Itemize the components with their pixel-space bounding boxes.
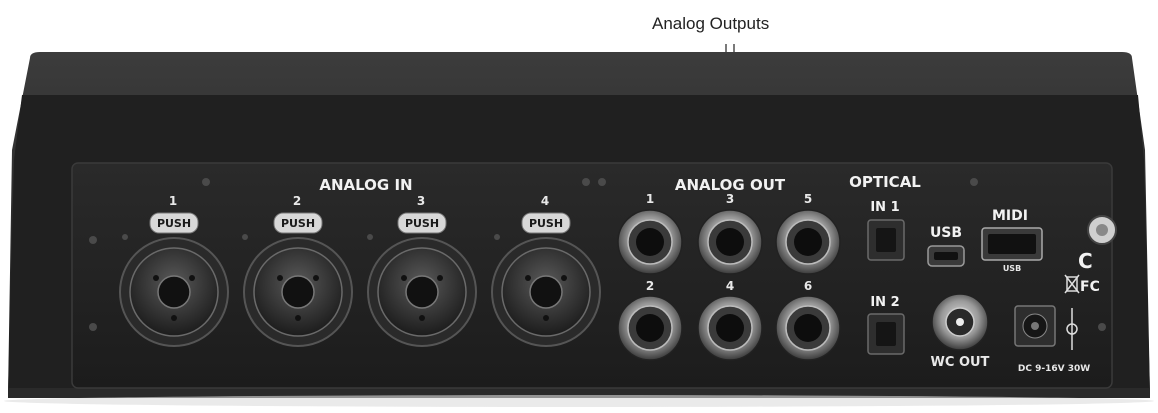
analog-in-channel-number: 2 bbox=[293, 194, 301, 208]
device-illustration: ANALOG IN ANALOG OUT OPTICAL MIDI 1 2 3 … bbox=[4, 44, 1154, 407]
analog-in-label: ANALOG IN bbox=[319, 176, 412, 194]
analog-out-channel-number: 5 bbox=[804, 192, 812, 206]
wordclock-bnc-port[interactable] bbox=[931, 293, 989, 351]
push-tab-label: PUSH bbox=[405, 217, 439, 230]
weee-bin-icon bbox=[1064, 274, 1080, 294]
output-jack-4[interactable] bbox=[697, 295, 763, 361]
analog-in-channel-number: 3 bbox=[417, 194, 425, 208]
output-jack-2[interactable] bbox=[617, 295, 683, 361]
wordclock-label: WC OUT bbox=[931, 355, 990, 370]
analog-out-channel-number: 4 bbox=[726, 279, 734, 293]
power-rating-label: DC 9-16V 30W bbox=[1018, 364, 1090, 374]
midi-label: MIDI bbox=[992, 208, 1028, 224]
usb-label: USB bbox=[930, 225, 962, 241]
ce-mark: C bbox=[1078, 249, 1093, 273]
analog-out-channel-number: 2 bbox=[646, 279, 654, 293]
push-tab-label: PUSH bbox=[529, 217, 563, 230]
dc-power-port[interactable] bbox=[1014, 305, 1056, 347]
lock-knob-icon bbox=[1087, 215, 1117, 245]
optical-port-in-2[interactable] bbox=[867, 313, 905, 355]
fcc-mark: FC bbox=[1080, 279, 1100, 295]
midi-usb-sublabel: USB bbox=[1003, 264, 1021, 273]
output-jack-1[interactable] bbox=[617, 209, 683, 275]
optical-port-in-1[interactable] bbox=[867, 219, 905, 261]
analog-out-channel-number: 6 bbox=[804, 279, 812, 293]
optical-label: OPTICAL bbox=[849, 173, 921, 191]
push-tab-label: PUSH bbox=[281, 217, 315, 230]
analog-in-channel-number: 4 bbox=[541, 194, 549, 208]
device-rear-panel-figure: Analog Outputs ANALOG IN ANALOG OUT OPTI… bbox=[0, 0, 1158, 413]
output-jack-5[interactable] bbox=[775, 209, 841, 275]
output-jack-6[interactable] bbox=[775, 295, 841, 361]
midi-usb-port[interactable] bbox=[981, 227, 1043, 261]
analog-out-channel-number: 1 bbox=[646, 192, 654, 206]
analog-out-channel-number: 3 bbox=[726, 192, 734, 206]
usb-port[interactable] bbox=[927, 245, 965, 267]
push-tab-label: PUSH bbox=[157, 217, 191, 230]
analog-in-channel-number: 1 bbox=[169, 194, 177, 208]
output-jack-3[interactable] bbox=[697, 209, 763, 275]
optical-in-2-label: IN 2 bbox=[870, 295, 899, 310]
optical-in-1-label: IN 1 bbox=[870, 200, 899, 215]
